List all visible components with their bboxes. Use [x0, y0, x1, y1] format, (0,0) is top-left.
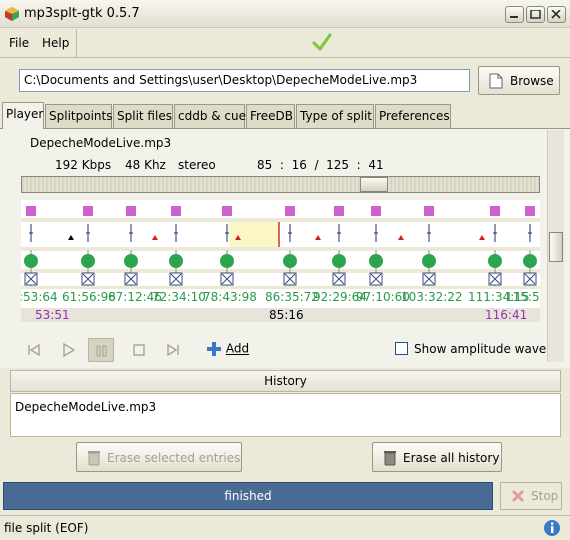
splitpoint-handle: [422, 254, 436, 268]
splitpoint-handle: [523, 254, 537, 268]
plus-icon: [207, 342, 221, 356]
next-icon[interactable]: [160, 338, 186, 362]
splitpoint-marker: [525, 206, 535, 216]
add-button[interactable]: Add: [206, 341, 249, 357]
minimize-button[interactable]: [505, 6, 524, 23]
tab-split-files[interactable]: Split files: [113, 104, 173, 128]
tab-cddb-cue[interactable]: cddb & cue: [174, 104, 246, 128]
history-list[interactable]: DepecheModeLive.mp3: [10, 393, 561, 437]
player-filename: DepecheModeLive.mp3: [30, 136, 172, 150]
left-time: 53:51: [35, 308, 70, 322]
stop-icon[interactable]: [126, 338, 152, 362]
close-button[interactable]: [547, 6, 566, 23]
timeline-label: 103:32:22: [401, 290, 463, 304]
splitpoint-handle: [124, 254, 138, 268]
splitpoint-marker: [83, 206, 93, 216]
maximize-button[interactable]: [526, 6, 545, 23]
tab-type-of-split[interactable]: Type of split: [296, 104, 374, 128]
splitpoint-handle: [283, 254, 297, 268]
splitpoint-handle: [24, 254, 38, 268]
previous-icon[interactable]: [21, 338, 47, 362]
time-display: 85 : 16 / 125 : 41: [257, 158, 384, 172]
timeline-label: 115:52: [505, 290, 540, 304]
selected-region: [229, 222, 279, 247]
history-header: History: [10, 370, 561, 392]
scroll-thumb[interactable]: [549, 232, 563, 262]
splitpoint-handle: [220, 254, 234, 268]
splitpoint-handle: [369, 254, 383, 268]
browse-button[interactable]: Browse: [478, 66, 560, 95]
menu-file[interactable]: File: [9, 36, 29, 50]
amplitude-checkbox[interactable]: [395, 342, 408, 355]
add-label: Add: [225, 341, 250, 356]
menu-separator: [76, 29, 77, 58]
mode-text: stereo: [178, 158, 216, 172]
erase-selected-label: Erase selected entries: [107, 451, 241, 465]
stop-label: Stop: [531, 489, 559, 503]
erase-all-button[interactable]: Erase all history: [372, 442, 502, 472]
status-bar: file split (EOF): [0, 515, 570, 540]
timeline-label: 86:35:72: [265, 290, 319, 304]
tab-splitpoints[interactable]: Splitpoints: [45, 104, 112, 128]
splitpoint-marker: [171, 206, 181, 216]
splitpoint-timeline[interactable]: :53:64 61:56:9867:12:4672:34:1078:43:98 86…: [21, 200, 540, 322]
history-entry[interactable]: DepecheModeLive.mp3: [15, 400, 156, 414]
seek-thumb[interactable]: [359, 177, 388, 192]
splitpoint-handle: [488, 254, 502, 268]
menu-help[interactable]: Help: [42, 36, 69, 50]
vertical-scrollbar[interactable]: [547, 130, 564, 362]
title-bar: mp3splt-gtk 0.5.7: [0, 0, 570, 28]
pause-icon: [96, 345, 107, 357]
trash-icon: [88, 451, 100, 466]
pause-button[interactable]: [88, 338, 114, 362]
splitpoint-marker: [285, 206, 295, 216]
erase-all-label: Erase all history: [403, 451, 500, 465]
stop-x-icon: [511, 489, 525, 503]
browse-label: Browse: [510, 74, 554, 88]
splitpoint-handle: [81, 254, 95, 268]
play-icon[interactable]: [55, 338, 81, 362]
splitpoint-handle: [332, 254, 346, 268]
stop-button[interactable]: Stop: [500, 482, 562, 510]
tab-player[interactable]: Player: [2, 102, 44, 129]
timeline-label: 78:43:98: [203, 290, 257, 304]
right-time: 116:41: [485, 308, 527, 322]
info-icon[interactable]: [543, 519, 561, 537]
app-icon: [5, 7, 19, 21]
tab-preferences[interactable]: Preferences: [375, 104, 451, 128]
frequency-text: 48 Khz: [125, 158, 166, 172]
center-time: 85:16: [269, 308, 304, 322]
progress-label: finished: [224, 489, 272, 503]
splitpoint-marker: [424, 206, 434, 216]
splitpoint-marker: [371, 206, 381, 216]
seek-bar[interactable]: [21, 176, 540, 193]
splitpoint-handle: [169, 254, 183, 268]
split-progress-bar: finished: [3, 482, 493, 510]
window-title: mp3splt-gtk 0.5.7: [24, 6, 140, 21]
checkmark-icon: [312, 33, 332, 51]
trash-icon: [384, 451, 396, 466]
amplitude-label[interactable]: Show amplitude wave: [414, 342, 546, 356]
bitrate-text: 192 Kbps: [55, 158, 112, 172]
menu-bar: File Help: [0, 29, 570, 58]
splitpoint-marker: [334, 206, 344, 216]
tab-freedb[interactable]: FreeDB: [246, 104, 295, 128]
timeline-label: :53:64: [21, 290, 58, 304]
splitpoint-marker: [490, 206, 500, 216]
erase-selected-button[interactable]: Erase selected entries: [76, 442, 242, 472]
file-path-input[interactable]: C:\Documents and Settings\user\Desktop\D…: [19, 69, 470, 92]
document-icon: [489, 73, 503, 89]
splitpoint-marker: [126, 206, 136, 216]
timeline-label: 72:34:10: [152, 290, 206, 304]
splitpoint-marker: [26, 206, 36, 216]
splitpoint-marker: [222, 206, 232, 216]
status-message: file split (EOF): [4, 521, 89, 535]
